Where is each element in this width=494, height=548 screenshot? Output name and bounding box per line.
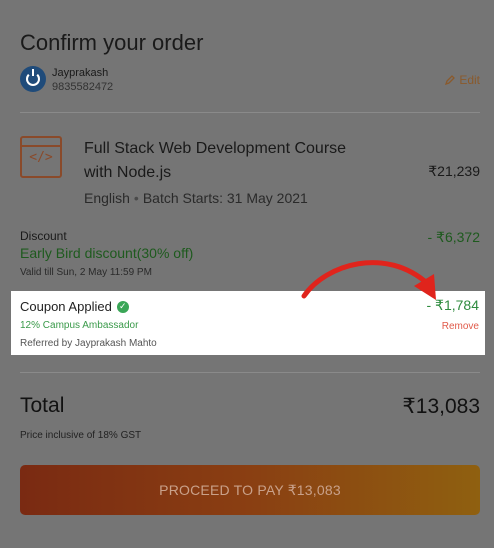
curved-arrow-icon [301, 260, 436, 300]
course-title: Full Stack Web Development Course with N… [84, 140, 347, 181]
power-logo-icon [20, 66, 46, 92]
order-summary-card: Confirm your order Jayprakash 9835582472… [0, 0, 494, 548]
coupon-applied-label: Coupon Applied ✓ [20, 299, 129, 314]
total-label: Total [20, 394, 65, 417]
proceed-to-pay-button[interactable]: PROCEED TO PAY ₹13,083 [20, 465, 480, 515]
edit-button[interactable]: Edit [445, 73, 480, 87]
page-title: Confirm your order [20, 30, 204, 55]
user-phone: 9835582472 [52, 81, 114, 93]
edit-label: Edit [459, 73, 480, 87]
discount-amount: - ₹6,372 [427, 229, 481, 245]
discount-name: Early Bird discount(30% off) [20, 245, 194, 261]
code-window-icon: </> [20, 136, 62, 178]
check-circle-icon: ✓ [116, 300, 129, 313]
course-meta: English • Batch Starts: 31 May 2021 [84, 190, 308, 206]
user-name: Jayprakash [52, 67, 109, 79]
discount-label: Discount [20, 229, 67, 243]
coupon-code: 12% Campus Ambassador [20, 320, 139, 331]
tax-note: Price inclusive of 18% GST [20, 430, 142, 441]
coupon-referrer: Referred by Jayprakash Mahto [20, 338, 157, 349]
divider [20, 372, 480, 373]
pencil-icon [445, 75, 456, 85]
course-price: ₹21,239 [428, 163, 480, 179]
user-row: Jayprakash 9835582472 Edit [20, 66, 480, 98]
discount-validity: Valid till Sun, 2 May 11:59 PM [20, 267, 152, 278]
course-language: English [84, 190, 130, 206]
course-batch: Batch Starts: 31 May 2021 [142, 190, 308, 206]
remove-coupon-button[interactable]: Remove [442, 321, 479, 332]
divider [20, 112, 480, 113]
separator-dot: • [133, 190, 139, 206]
total-amount: ₹13,083 [402, 395, 480, 418]
